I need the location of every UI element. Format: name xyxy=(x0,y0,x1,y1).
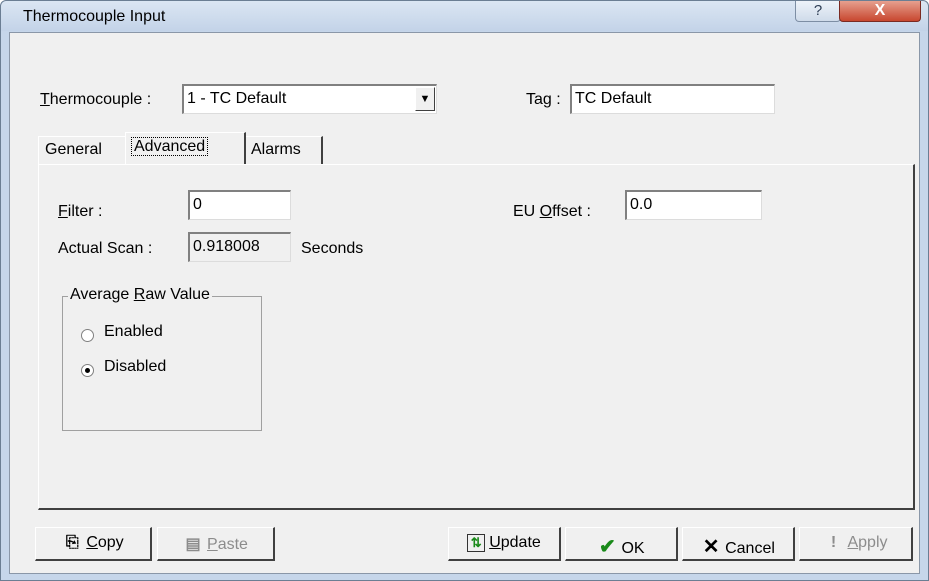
x-icon: ✕ xyxy=(702,536,720,558)
average-raw-value-legend: Average Raw Value xyxy=(68,286,212,304)
check-icon: ✔ xyxy=(599,536,616,558)
dialog-window: Thermocouple Input ? X Thermocouple : 1 … xyxy=(0,0,929,581)
help-button[interactable]: ? xyxy=(795,1,841,22)
tag-input[interactable]: TC Default xyxy=(570,84,775,114)
tab-alarms[interactable]: Alarms xyxy=(244,136,323,164)
actual-scan-unit: Seconds xyxy=(301,240,364,257)
paste-icon: ▤ xyxy=(185,536,201,553)
apply-button[interactable]: ! Apply xyxy=(799,527,913,561)
dropdown-arrow-icon[interactable]: ▼ xyxy=(415,87,435,111)
eu-offset-input[interactable]: 0.0 xyxy=(625,190,762,220)
window-title: Thermocouple Input xyxy=(23,8,166,25)
tab-advanced[interactable]: Advanced xyxy=(125,132,246,164)
actual-scan-field: 0.918008 xyxy=(188,232,291,262)
enabled-radio-label[interactable]: Enabled xyxy=(104,323,163,341)
copy-button[interactable]: ⎘ Copy xyxy=(35,527,152,561)
paste-button[interactable]: ▤ Paste xyxy=(157,527,275,561)
filter-label: Filter : xyxy=(58,203,103,220)
eu-offset-label: EU Offset : xyxy=(513,203,591,220)
disabled-radio[interactable] xyxy=(81,364,94,377)
cancel-button[interactable]: ✕ Cancel xyxy=(682,527,795,561)
update-button[interactable]: ⇅ Update xyxy=(448,527,561,561)
filter-input[interactable]: 0 xyxy=(188,190,291,220)
close-button[interactable]: X xyxy=(839,1,921,22)
ok-button[interactable]: ✔ OK xyxy=(565,527,678,561)
exclamation-icon: ! xyxy=(830,534,837,551)
actual-scan-label: Actual Scan : xyxy=(58,240,153,257)
title-bar[interactable]: Thermocouple Input ? X xyxy=(1,1,928,31)
thermocouple-label: Thermocouple : xyxy=(40,91,152,108)
tab-general[interactable]: General xyxy=(38,136,127,164)
dialog-body: Thermocouple : 1 - TC Default ▼ Tag : TC… xyxy=(9,32,920,574)
copy-icon: ⎘ xyxy=(65,534,79,551)
enabled-radio[interactable] xyxy=(81,329,94,342)
close-icon: X xyxy=(874,2,886,19)
thermocouple-value: 1 - TC Default xyxy=(187,90,287,107)
tag-label: Tag : xyxy=(526,91,561,108)
disabled-radio-label[interactable]: Disabled xyxy=(104,358,166,376)
update-icon: ⇅ xyxy=(467,534,486,552)
radio-selected-dot xyxy=(85,368,90,373)
thermocouple-combobox[interactable]: 1 - TC Default ▼ xyxy=(182,84,437,114)
help-icon: ? xyxy=(813,2,823,19)
